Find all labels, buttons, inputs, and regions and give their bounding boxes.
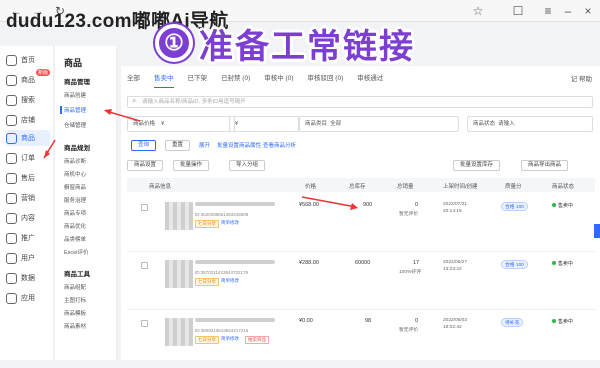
arrow-stock xyxy=(301,196,357,208)
arrow-goods-manage-head xyxy=(104,109,112,115)
arrow-stock-head xyxy=(350,203,358,210)
arrow-goods-rail-head xyxy=(44,150,50,158)
arrow-goods-manage xyxy=(105,110,141,122)
annotation-arrows xyxy=(43,109,358,210)
